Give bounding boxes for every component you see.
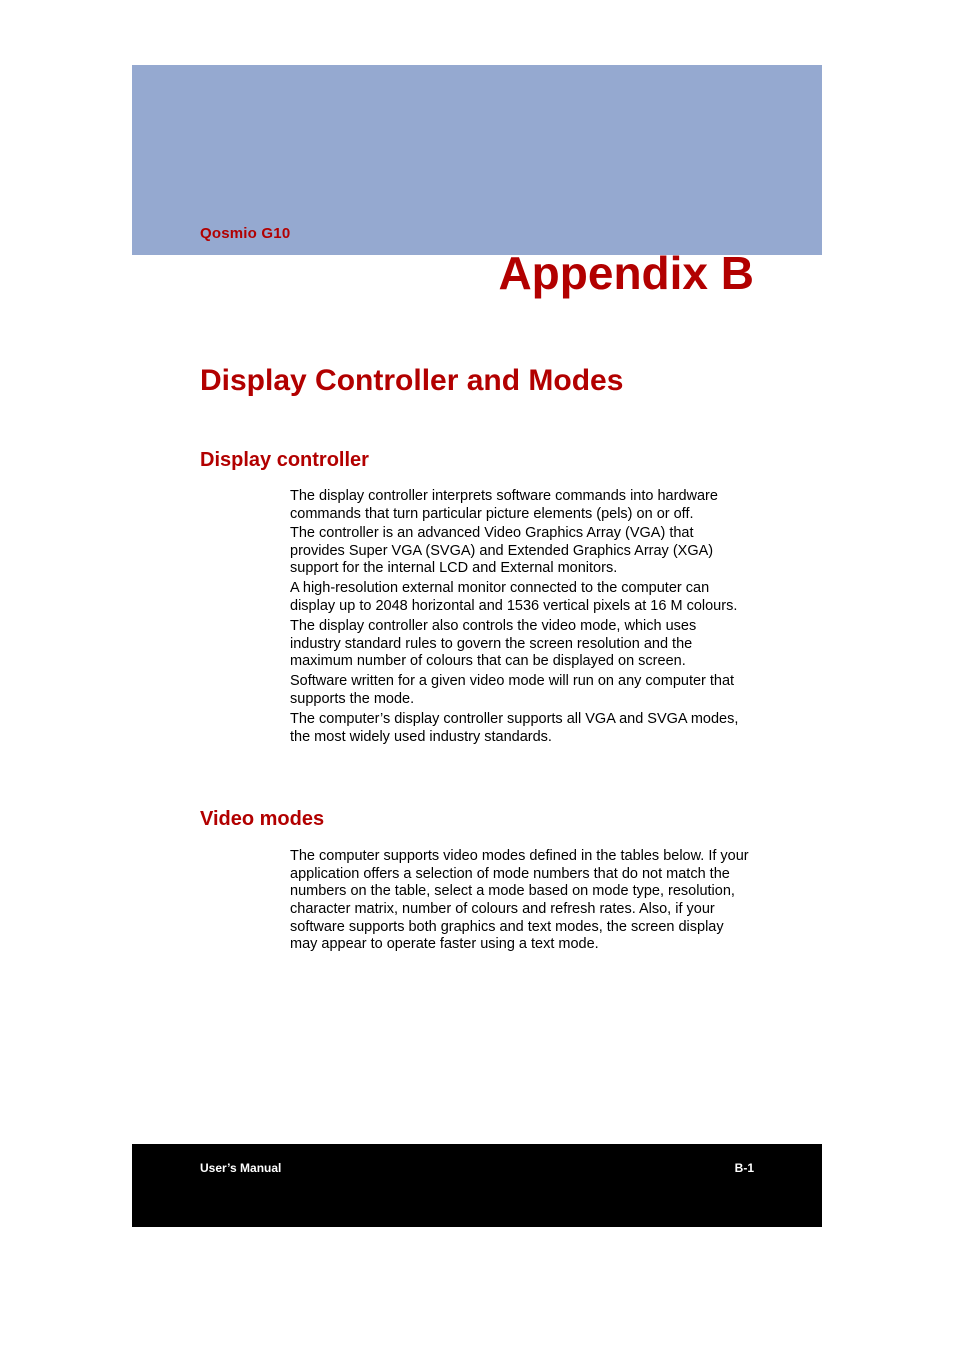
paragraph: A high-resolution external monitor conne…: [290, 580, 750, 615]
document-page: Qosmio G10 Appendix B Display Controller…: [0, 0, 954, 1351]
product-label: Qosmio G10: [200, 225, 290, 242]
footer-band: [132, 1144, 822, 1227]
paragraph: The computer supports video modes define…: [290, 848, 750, 954]
section-heading-display-controller: Display controller: [200, 449, 369, 472]
paragraph: Software written for a given video mode …: [290, 673, 750, 708]
footer-right: B-1: [735, 1161, 754, 1175]
paragraph: The display controller also controls the…: [290, 618, 750, 671]
section-heading-video-modes: Video modes: [200, 808, 324, 831]
appendix-title: Appendix B: [498, 246, 754, 300]
page-title: Display Controller and Modes: [200, 364, 623, 398]
paragraph: The display controller interprets softwa…: [290, 488, 750, 523]
footer-left: User’s Manual: [200, 1161, 281, 1175]
paragraph: The controller is an advanced Video Grap…: [290, 525, 750, 578]
paragraph: The computer’s display controller suppor…: [290, 711, 750, 746]
